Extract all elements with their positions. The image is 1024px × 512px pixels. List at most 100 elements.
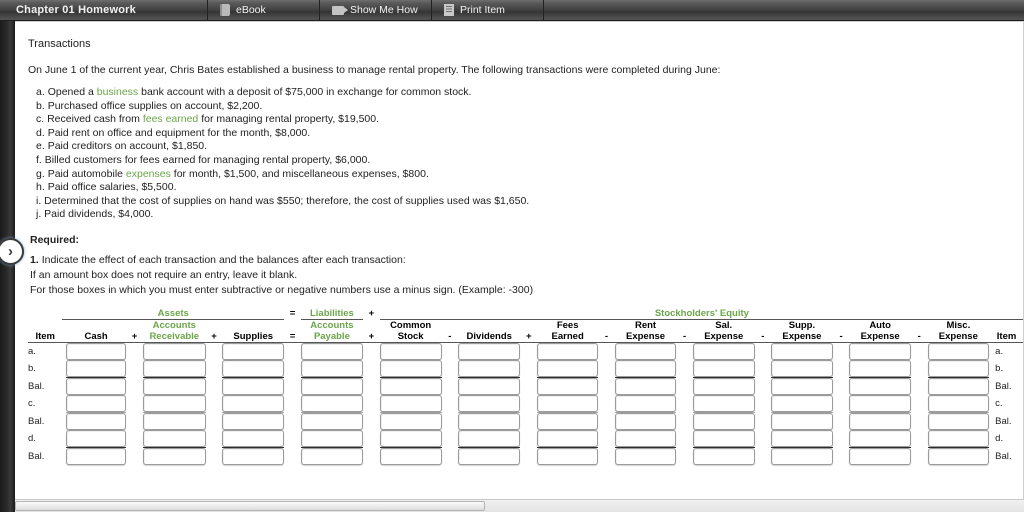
amount-input[interactable] bbox=[458, 412, 521, 430]
intro-paragraph: On June 1 of the current year, Chris Bat… bbox=[28, 64, 721, 76]
amount-input[interactable] bbox=[142, 377, 206, 395]
amount-input[interactable] bbox=[692, 447, 755, 465]
amount-input[interactable] bbox=[458, 377, 521, 395]
horizontal-scrollbar[interactable] bbox=[15, 499, 1024, 512]
amount-input[interactable] bbox=[692, 412, 755, 430]
amount-input[interactable] bbox=[614, 359, 677, 377]
amount-input[interactable] bbox=[142, 359, 206, 377]
amount-input[interactable] bbox=[379, 394, 442, 412]
amount-input[interactable] bbox=[222, 394, 285, 412]
amount-input[interactable] bbox=[142, 447, 206, 465]
row-operator-gap bbox=[363, 360, 380, 378]
amount-input[interactable] bbox=[537, 359, 599, 377]
amount-input[interactable] bbox=[66, 429, 127, 447]
row-operator-gap bbox=[126, 395, 143, 413]
amount-input[interactable] bbox=[222, 447, 285, 465]
amount-input[interactable] bbox=[222, 377, 285, 395]
amount-input[interactable] bbox=[614, 429, 677, 447]
amount-input[interactable] bbox=[771, 394, 833, 412]
amount-input[interactable] bbox=[927, 429, 990, 447]
amount-input[interactable] bbox=[300, 394, 363, 412]
amount-input[interactable] bbox=[771, 412, 833, 430]
amount-input[interactable] bbox=[379, 429, 442, 447]
amount-input[interactable] bbox=[849, 394, 911, 412]
amount-input[interactable] bbox=[66, 412, 127, 430]
transaction-text-tail: bank account with a deposit of $75,000 i… bbox=[138, 86, 472, 98]
amount-input[interactable] bbox=[66, 377, 127, 395]
amount-input[interactable] bbox=[927, 412, 990, 430]
amount-cell bbox=[300, 342, 363, 360]
amount-input[interactable] bbox=[849, 412, 911, 430]
amount-input[interactable] bbox=[66, 447, 127, 465]
amount-input[interactable] bbox=[222, 412, 285, 430]
tab-ebook[interactable]: eBook bbox=[208, 0, 320, 20]
amount-input[interactable] bbox=[300, 342, 363, 360]
amount-input[interactable] bbox=[300, 359, 363, 377]
amount-input[interactable] bbox=[537, 447, 599, 465]
amount-input[interactable] bbox=[927, 359, 990, 377]
amount-input[interactable] bbox=[927, 394, 990, 412]
amount-input[interactable] bbox=[692, 394, 755, 412]
amount-input[interactable] bbox=[771, 377, 833, 395]
amount-input[interactable] bbox=[142, 412, 206, 430]
amount-input[interactable] bbox=[379, 359, 442, 377]
amount-input[interactable] bbox=[300, 429, 363, 447]
amount-input[interactable] bbox=[300, 412, 363, 430]
amount-input[interactable] bbox=[142, 394, 206, 412]
amount-input[interactable] bbox=[927, 377, 990, 395]
amount-input[interactable] bbox=[222, 429, 285, 447]
amount-input[interactable] bbox=[692, 359, 755, 377]
amount-input[interactable] bbox=[379, 412, 442, 430]
amount-input[interactable] bbox=[379, 447, 442, 465]
amount-input[interactable] bbox=[614, 342, 677, 360]
amount-input[interactable] bbox=[614, 412, 677, 430]
amount-input[interactable] bbox=[66, 359, 127, 377]
amount-input[interactable] bbox=[458, 359, 521, 377]
amount-input[interactable] bbox=[458, 342, 521, 360]
scrollbar-thumb[interactable] bbox=[15, 501, 485, 511]
tab-show-me-how[interactable]: Show Me How bbox=[320, 0, 432, 20]
amount-input[interactable] bbox=[614, 394, 677, 412]
amount-input[interactable] bbox=[927, 342, 990, 360]
glossary-link[interactable]: business bbox=[97, 86, 138, 98]
amount-input[interactable] bbox=[142, 429, 206, 447]
amount-input[interactable] bbox=[614, 447, 677, 465]
amount-input[interactable] bbox=[771, 359, 833, 377]
amount-input[interactable] bbox=[379, 342, 442, 360]
amount-input[interactable] bbox=[614, 377, 677, 395]
amount-input[interactable] bbox=[142, 342, 206, 360]
amount-cell bbox=[614, 411, 677, 430]
amount-input[interactable] bbox=[537, 342, 599, 360]
amount-input[interactable] bbox=[537, 412, 599, 430]
amount-input[interactable] bbox=[692, 342, 755, 360]
amount-input[interactable] bbox=[771, 342, 833, 360]
amount-input[interactable] bbox=[692, 429, 755, 447]
amount-input[interactable] bbox=[849, 429, 911, 447]
row-operator-gap bbox=[755, 412, 772, 430]
amount-input[interactable] bbox=[771, 429, 833, 447]
amount-input[interactable] bbox=[771, 447, 833, 465]
amount-input[interactable] bbox=[692, 377, 755, 395]
glossary-link[interactable]: expenses bbox=[126, 168, 171, 180]
amount-input[interactable] bbox=[458, 429, 521, 447]
amount-input[interactable] bbox=[222, 359, 285, 377]
amount-input[interactable] bbox=[222, 342, 285, 360]
row-operator-gap bbox=[442, 395, 459, 413]
amount-input[interactable] bbox=[300, 447, 363, 465]
amount-input[interactable] bbox=[300, 377, 363, 395]
amount-input[interactable] bbox=[849, 359, 911, 377]
amount-input[interactable] bbox=[849, 377, 911, 395]
amount-input[interactable] bbox=[379, 377, 442, 395]
amount-input[interactable] bbox=[458, 447, 521, 465]
amount-input[interactable] bbox=[66, 394, 127, 412]
amount-input[interactable] bbox=[537, 429, 599, 447]
amount-input[interactable] bbox=[849, 342, 911, 360]
amount-input[interactable] bbox=[458, 394, 521, 412]
amount-input[interactable] bbox=[537, 394, 599, 412]
amount-input[interactable] bbox=[927, 447, 990, 465]
amount-input[interactable] bbox=[849, 447, 911, 465]
amount-input[interactable] bbox=[66, 342, 127, 360]
tab-print-item[interactable]: Print Item bbox=[432, 0, 544, 20]
amount-input[interactable] bbox=[537, 377, 599, 395]
glossary-link[interactable]: fees earned bbox=[143, 113, 198, 125]
